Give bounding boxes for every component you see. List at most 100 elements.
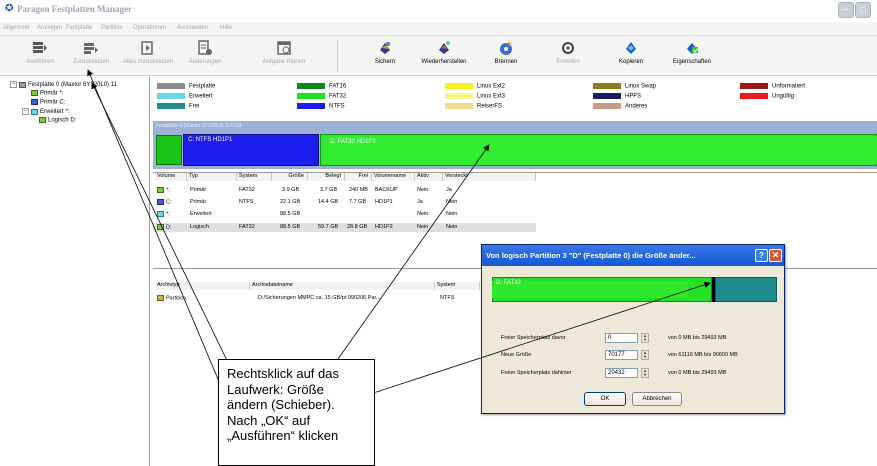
new-size-spinner[interactable]: ▲ ▼ [641,350,649,360]
free-before-spinner[interactable]: ▲ ▼ [641,333,649,343]
undo-all-button[interactable]: Alles zurücksetzen [120,38,176,74]
menu-hilfe[interactable]: Hilfe [220,25,232,31]
free-before-range: von 0 MB bis 29493 MB [668,335,727,341]
partition-icon [31,90,38,96]
new-size-range: von 61116 MB bis 90609 MB [668,352,738,358]
legend-label: Festplatte [189,83,216,90]
free-after-label: Freier Speicherplatz dahinter [501,370,572,376]
legend-item: Frei [157,103,199,110]
col-header-archivdateiname[interactable]: Archivdateiname [250,282,435,290]
help-button[interactable]: ? [755,249,768,262]
properties-button[interactable]: Eigenschaften [664,38,720,74]
table-row-selected-bg [153,223,536,232]
legend-item: Festplatte [157,83,215,90]
burn-icon [500,41,512,55]
typ-cell: Primär [190,199,207,205]
changes-label: Änderungen [188,59,222,65]
partition-block-hidden[interactable] [156,135,182,165]
properties-icon [687,43,699,54]
callout-line: Laufwerk: Größe [227,381,324,397]
col-header-frei[interactable]: Frei [345,173,372,181]
typ-cell: Logisch [190,224,209,230]
copy-button[interactable]: Kopieren [603,38,659,74]
dialog-title: Von logisch Partition 3 "D" (Festplatte … [486,251,696,260]
col-header-versteckt[interactable]: Versteckt [443,173,536,181]
partition-icon [157,224,164,230]
changes-icon [198,40,212,55]
copy-label: Kopieren [618,59,644,65]
size-cell: 88.5 GB [280,224,301,230]
legend-item: FAT32 [297,93,346,100]
window-title: Paragon Festplatten Manager [17,4,132,14]
changes-button[interactable]: Änderungen [177,38,233,74]
col-header-volume[interactable]: Volume [155,173,187,181]
menu-festplatte[interactable]: Festplatte [66,25,92,31]
system-cell: NTFS [239,199,254,205]
schedule-button[interactable]: Aufgabe Planen [256,38,312,74]
menu-operationen[interactable]: Operationen [133,25,166,31]
col-header-system[interactable]: System [237,173,272,181]
menu-assistenten[interactable]: Assistenten [177,25,208,31]
minimize-button[interactable]: – [838,2,854,18]
backup-icon [380,42,390,54]
col-header-volumename[interactable]: Volumename [372,173,415,181]
callout-line: Rechtsklick auf das [227,366,339,381]
collapse-icon[interactable]: − [22,108,29,115]
col-header-archivtyp[interactable]: Archivtyp [155,282,250,290]
volume-cell: *: [157,211,170,217]
new-size-label: Neue Größe [501,352,532,358]
copy-icon [626,42,636,54]
legend-label: Unformatiert [772,83,806,90]
legend-item: Anderes [593,103,647,110]
menu-partition[interactable]: Partition [101,25,123,31]
legend-item: Linux Ext2 [445,83,505,90]
typ-cell: Erweitert [190,211,212,217]
undo-label: Zurücksetzen [72,59,109,65]
callout-line: „Ausführen“ klicken [227,428,339,443]
disk-map-header: Festplatte 0 (Maxtor 6Y120L0) 114 GB [153,121,877,132]
tree-item-primary-hidden[interactable]: Primär *: [31,90,63,97]
menu-anzeigen[interactable]: Anzeigen [37,25,62,31]
collapse-icon[interactable]: − [10,81,17,88]
volumename-cell: HD1P2 [375,224,393,230]
restore-button[interactable]: Wiederherstellen [416,38,472,74]
undo-all-icon [141,41,153,55]
create-icon [562,42,574,54]
cancel-button[interactable]: Abbrechen [632,392,682,406]
size-cell: 22.1 GB [280,199,301,205]
create-label: Erstellen [556,59,580,65]
run-label: Ausführen [26,59,54,65]
run-button[interactable]: Ausführen [12,38,68,74]
free-after-spinner[interactable]: ▲ ▼ [641,368,649,378]
legend-label: ReiserFS [477,103,503,110]
undo-button[interactable]: Zurücksetzen [63,38,119,74]
free-after-input[interactable]: 20432 [605,368,638,378]
ok-button[interactable]: OK [584,392,626,406]
tree-item-extended[interactable]: − Erweitert *: [22,108,69,115]
maximize-button[interactable]: □ [855,2,871,18]
create-button[interactable]: Erstellen [540,38,596,74]
close-button[interactable]: ✕ [769,249,782,262]
menu-allgemein[interactable]: Allgemein [3,25,29,31]
legend-label: Linux Ext3 [477,93,506,100]
col-header-typ[interactable]: Typ [187,173,237,181]
archiv-system-cell: NTFS [440,295,455,301]
tree-item-disk[interactable]: − Festplatte 0 (Maxtor 6Y120L0) 11 [10,81,117,88]
backup-button[interactable]: Sichern [357,38,413,74]
new-size-input[interactable]: 70177 [605,350,638,360]
legend-swatch [593,103,621,109]
tree-item-primary-c[interactable]: Primär C: [31,99,65,106]
active-cell: Nein [417,187,429,193]
col-header-groesse[interactable]: Größe [272,173,308,181]
legend-label: FAT32 [329,93,347,100]
free-before-input[interactable]: 0 [605,333,638,343]
toolbar-separator [337,40,338,72]
tree-item-logical-d[interactable]: Logisch D: [39,117,76,124]
legend-swatch [297,103,325,109]
partition-block-c[interactable]: C: NTFS HD1P1 [183,134,319,166]
col-header-archiv-system[interactable]: System [435,282,480,290]
burn-button[interactable]: Brennen [478,38,534,74]
undo-all-label: Alles zurücksetzen [122,59,174,65]
col-header-aktiv[interactable]: Aktiv [415,173,443,181]
col-header-belegt[interactable]: Belegt [308,173,345,181]
